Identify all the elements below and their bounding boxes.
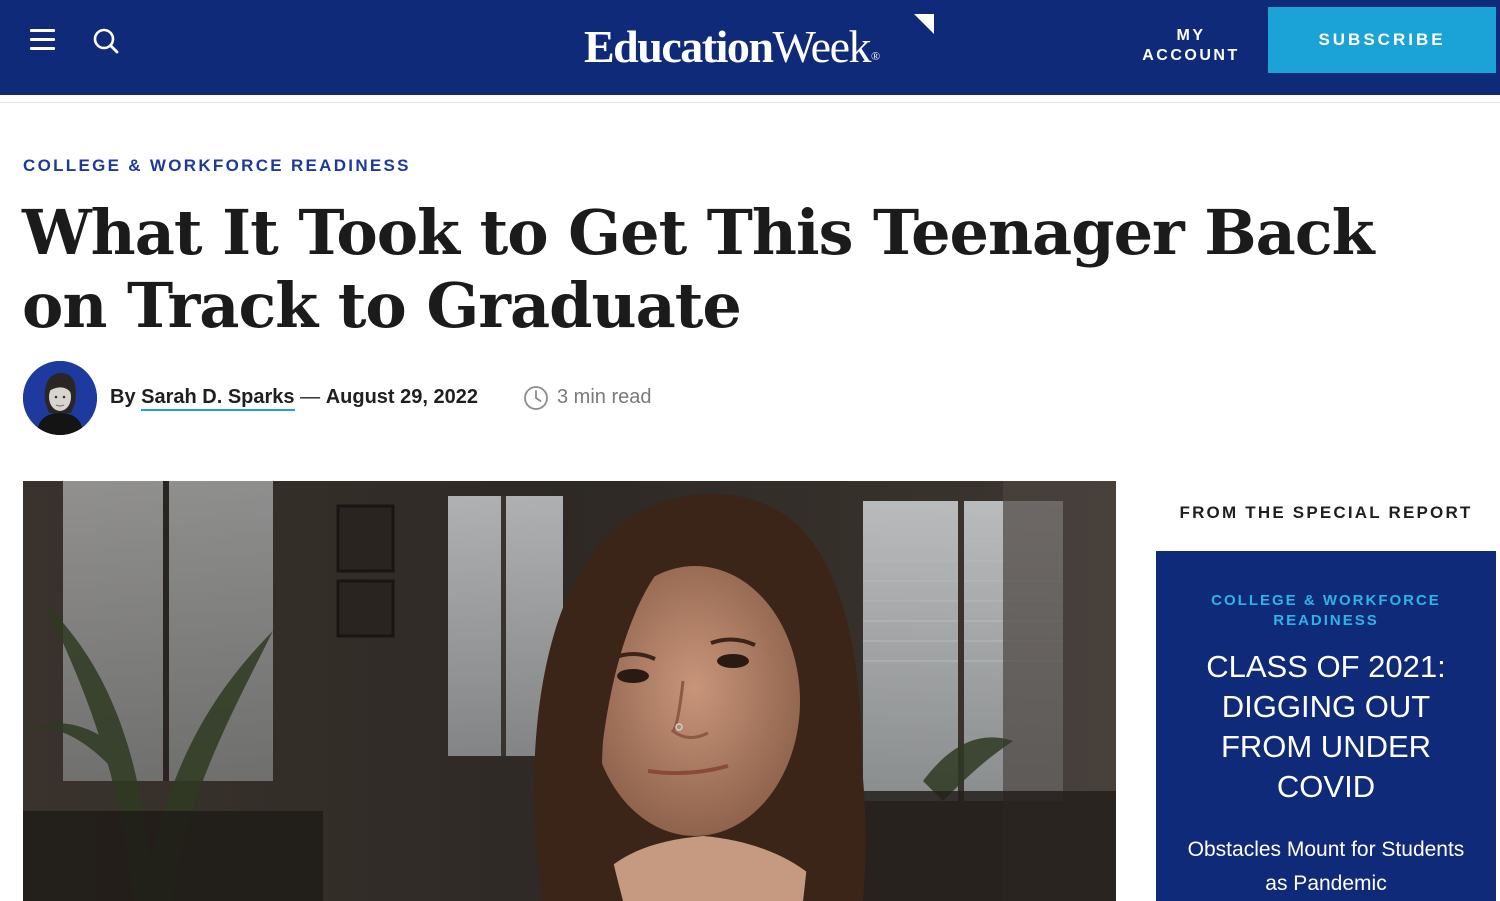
special-report-card[interactable]: COLLEGE & WORKFORCE READINESS CLASS OF 2… [1156, 551, 1496, 901]
clock-icon [524, 386, 548, 410]
report-title[interactable]: CLASS OF 2021: DIGGING OUT FROM UNDER CO… [1176, 647, 1476, 807]
article-headline: What It Took to Get This Teenager Back o… [22, 196, 1375, 342]
header-divider [0, 95, 1500, 103]
article-category-link[interactable]: COLLEGE & WORKFORCE READINESS [23, 156, 411, 176]
account-line-1: MY [1176, 27, 1206, 44]
hero-photo [23, 481, 1116, 901]
menu-icon[interactable] [28, 26, 58, 54]
author-avatar[interactable] [23, 361, 97, 435]
author-link[interactable]: Sarah D. Sparks [141, 386, 295, 411]
my-account-link[interactable]: MY ACCOUNT [1130, 26, 1252, 66]
special-report-label: FROM THE SPECIAL REPORT [1179, 503, 1473, 522]
site-header: EducationWeek® MY ACCOUNT SUBSCRIBE [0, 0, 1500, 95]
byline-prefix: By [110, 386, 136, 408]
read-time: 3 min read [557, 386, 652, 408]
report-subtitle[interactable]: Obstacles Mount for Students as Pandemic [1186, 833, 1466, 901]
logo-corner-mark [914, 14, 934, 34]
report-category: COLLEGE & WORKFORCE READINESS [1211, 592, 1441, 629]
logo-wordmark: EducationWeek® [584, 21, 881, 72]
byline: By Sarah D. Sparks — August 29, 2022 3 m… [23, 361, 823, 435]
account-line-2: ACCOUNT [1142, 47, 1240, 64]
site-logo[interactable]: EducationWeek® [584, 14, 944, 74]
publish-date: August 29, 2022 [325, 386, 478, 408]
search-icon[interactable] [91, 26, 121, 56]
byline-separator: — [300, 386, 321, 408]
subscribe-button[interactable]: SUBSCRIBE [1268, 7, 1496, 73]
byline-text: By Sarah D. Sparks — August 29, 2022 [110, 386, 478, 411]
